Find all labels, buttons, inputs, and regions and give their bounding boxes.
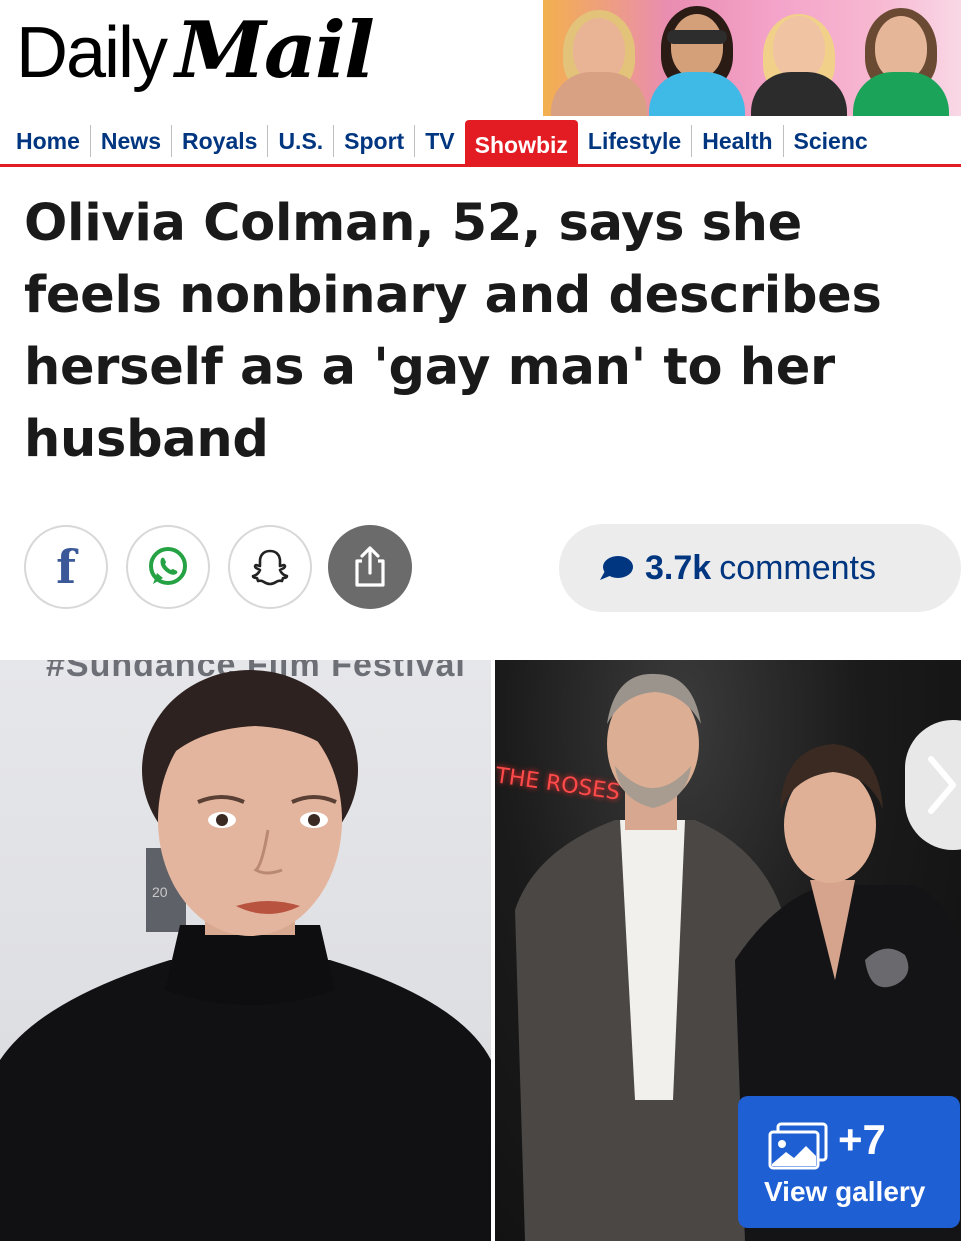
logo-mail-text: Mail xyxy=(175,5,375,96)
share-button[interactable] xyxy=(328,525,412,609)
nav-item-us[interactable]: U.S. xyxy=(267,125,333,157)
celebrity-thumbnail xyxy=(551,6,647,116)
snapchat-share-button[interactable] xyxy=(228,525,312,609)
gallery-icon xyxy=(768,1122,828,1170)
nav-item-royals[interactable]: Royals xyxy=(171,125,267,157)
comments-label: comments xyxy=(719,548,877,587)
nav-item-news[interactable]: News xyxy=(89,125,171,157)
comments-button[interactable]: 3.7k comments xyxy=(559,524,961,612)
gallery-label: View gallery xyxy=(764,1176,926,1207)
comment-bubble-icon xyxy=(600,556,633,580)
celebrity-thumbnail xyxy=(649,0,745,116)
view-gallery-button[interactable]: +7 View gallery xyxy=(738,1096,960,1228)
nav-item-showbiz[interactable]: Showbiz xyxy=(464,120,578,164)
snapchat-icon xyxy=(251,549,289,586)
nav-item-lifestyle[interactable]: Lifestyle xyxy=(578,125,691,157)
facebook-share-button[interactable]: f xyxy=(24,525,108,609)
celebrity-thumbnail xyxy=(853,4,949,116)
celebrity-thumbnail xyxy=(751,0,847,116)
portrait-woman-figure xyxy=(0,670,491,1241)
comments-count: 3.7k xyxy=(645,548,712,587)
article-headline: Olivia Colman, 52, says she feels nonbin… xyxy=(24,194,882,469)
nav-item-tv[interactable]: TV xyxy=(414,125,464,157)
next-image-button[interactable] xyxy=(905,720,961,850)
chevron-right-icon xyxy=(928,756,956,814)
article-photo-left[interactable]: #Sundance Film Festival 20 xyxy=(0,660,491,1241)
whatsapp-icon xyxy=(149,547,187,585)
logo-daily-text: Daily xyxy=(16,13,168,93)
whatsapp-share-button[interactable] xyxy=(126,525,210,609)
nav-item-home[interactable]: Home xyxy=(0,125,90,157)
celebrity-promo-banner[interactable] xyxy=(543,0,961,116)
nav-item-health[interactable]: Health xyxy=(691,125,782,157)
daily-mail-logo[interactable]: Daily Mail xyxy=(16,6,375,96)
section-nav: Home News Royals U.S. Sport TV Showbiz L… xyxy=(0,118,961,167)
share-upload-icon xyxy=(355,546,385,587)
masthead: Daily Mail xyxy=(0,0,961,118)
nav-item-sport[interactable]: Sport xyxy=(333,125,414,157)
gallery-count: +7 xyxy=(838,1116,886,1163)
facebook-icon: f xyxy=(56,540,76,594)
nav-item-science[interactable]: Scienc xyxy=(782,125,878,157)
